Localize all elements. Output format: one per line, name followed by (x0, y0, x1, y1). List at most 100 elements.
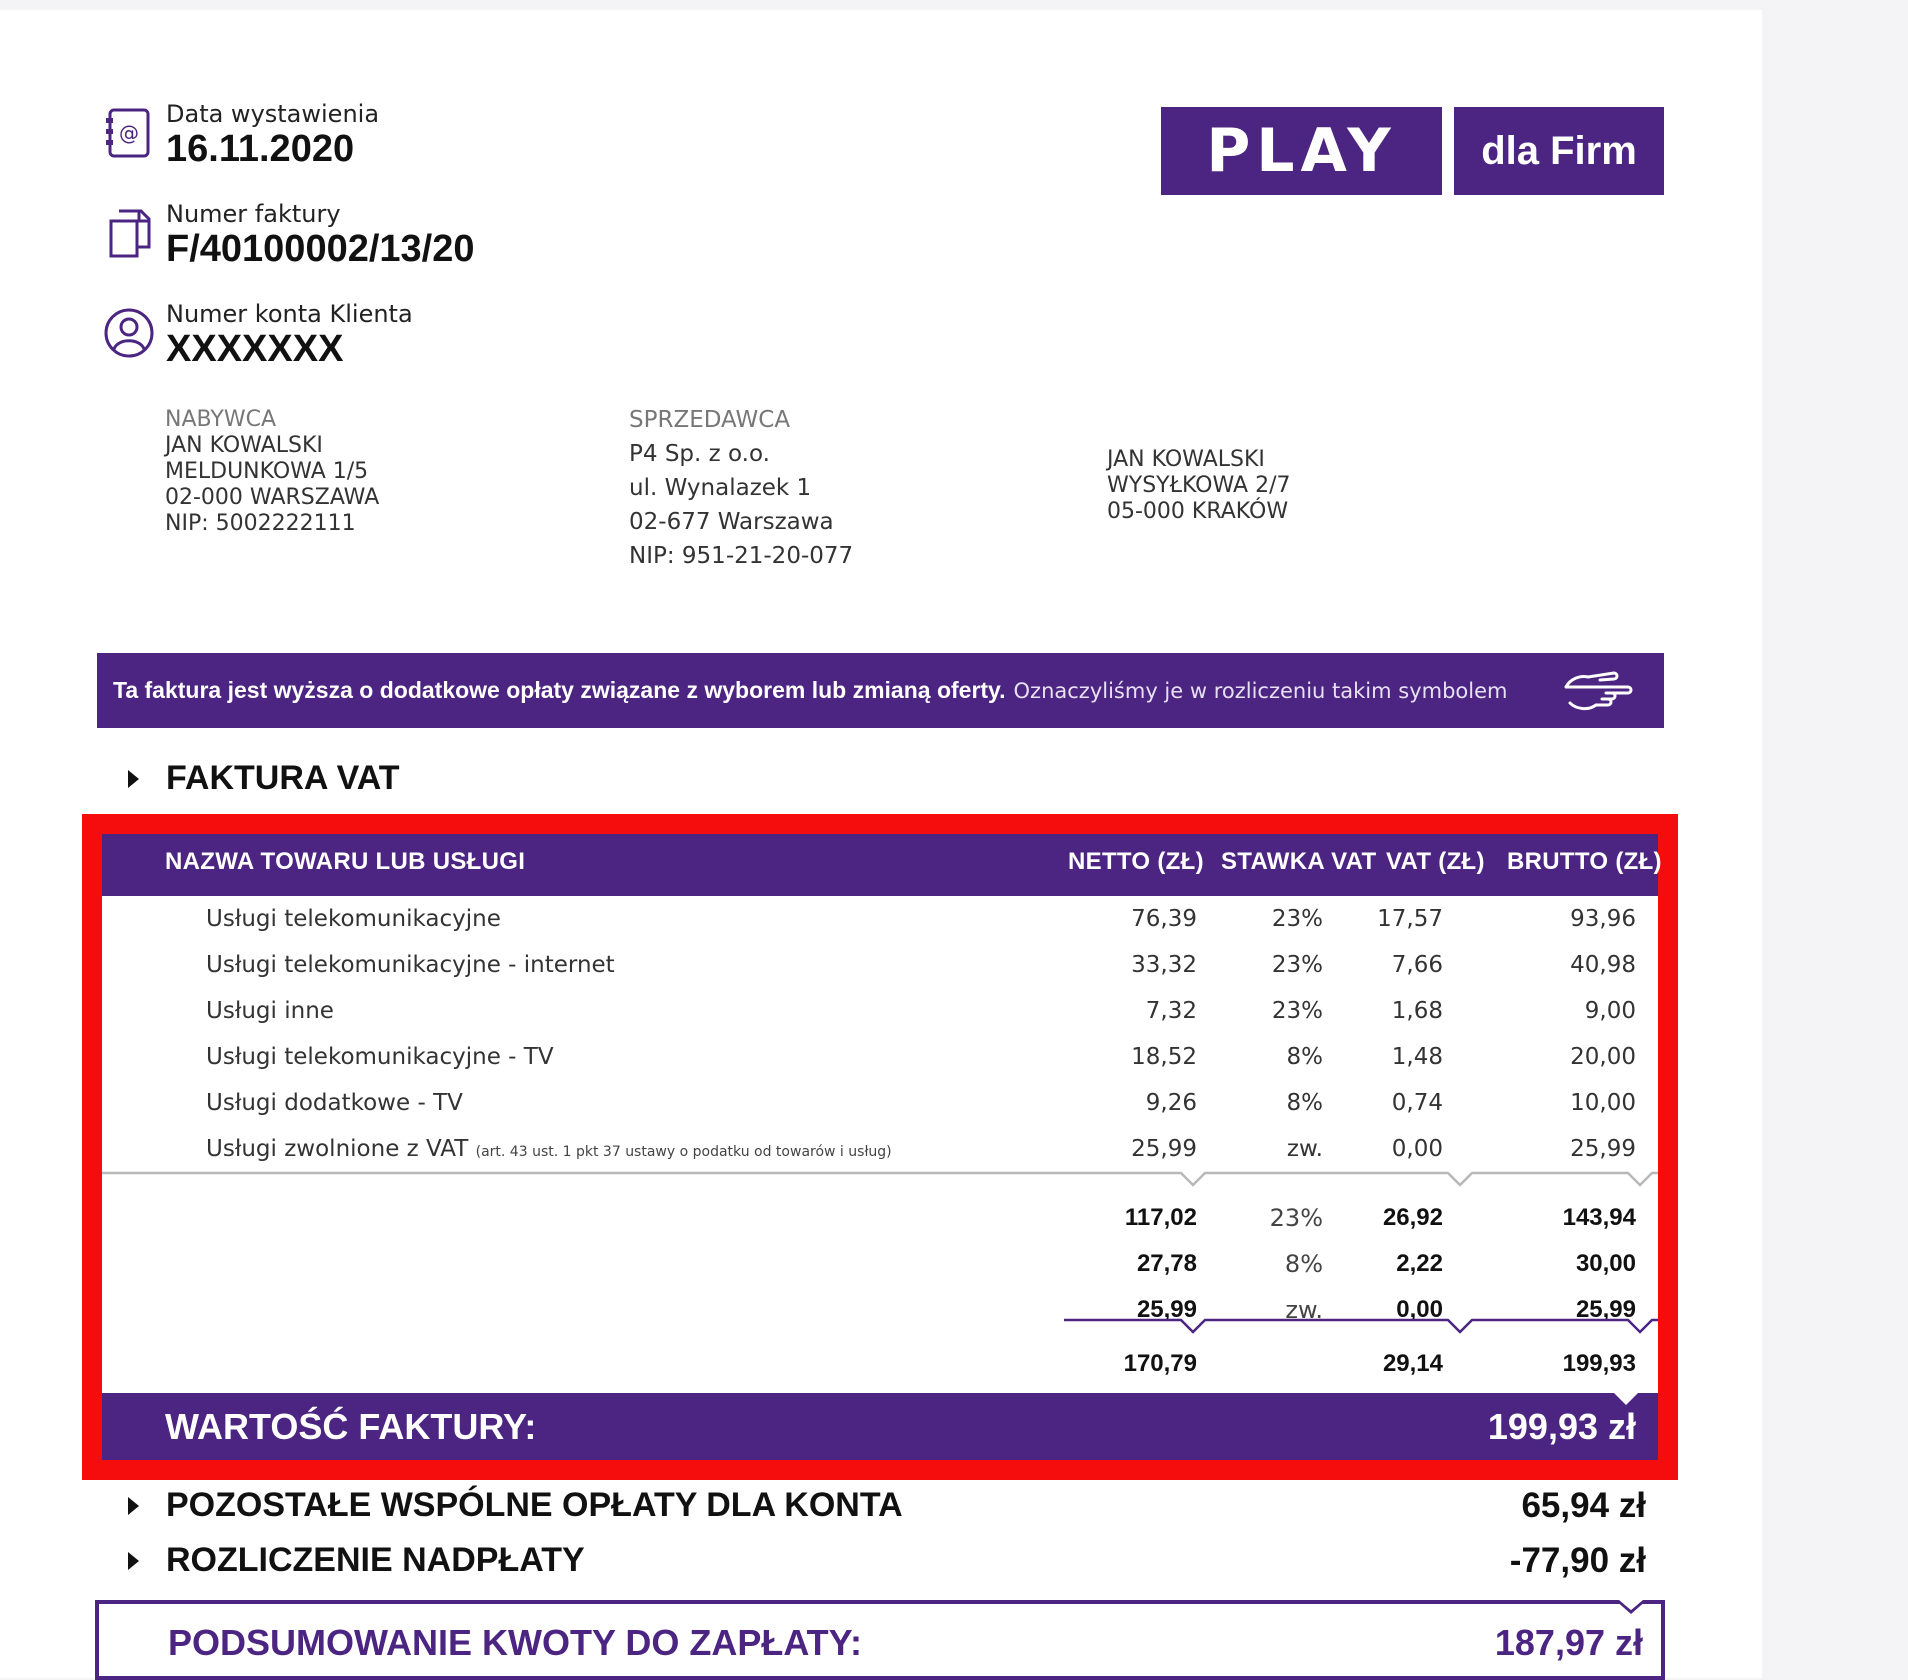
row-vat: 1,48 (1391, 1044, 1443, 1070)
seller-line: P4 Sp. z o.o. (629, 441, 770, 467)
row-brutto: 20,00 (1570, 1044, 1636, 1070)
row-brutto: 10,00 (1570, 1090, 1636, 1116)
expand-arrow-icon[interactable] (128, 1497, 139, 1515)
row-rate: 23% (1271, 998, 1323, 1024)
date-label: Data wystawienia (166, 100, 380, 128)
buyer-address: NABYWCA JAN KOWALSKI MELDUNKOWA 1/5 02-0… (165, 407, 379, 537)
shipping-address: JAN KOWALSKI WYSYŁKOWA 2/7 05-000 KRAKÓW (1107, 447, 1291, 525)
totals-row: 170,79 29,14 199,93 (102, 1342, 1658, 1388)
invoice-value-amount: 199,93 zł (1487, 1406, 1636, 1447)
header-rate: STAWKA VAT (1221, 848, 1377, 875)
row-netto: 33,32 (1131, 952, 1197, 978)
row-rate: 8% (1286, 1044, 1324, 1070)
row-name: Usługi telekomunikacyjne - TV (206, 1044, 554, 1070)
row-name-text: Usługi zwolnione z VAT (206, 1136, 469, 1162)
header-brutto: BRUTTO (ZŁ) (1507, 848, 1662, 875)
row-vat: 0,00 (1391, 1136, 1443, 1162)
subtotal-brutto: 143,94 (1562, 1204, 1636, 1231)
expand-arrow-icon[interactable] (128, 770, 139, 788)
row-vat: 0,74 (1391, 1090, 1443, 1116)
subtotal-row: 117,02 23% 26,92 143,94 (102, 1196, 1658, 1242)
totals-divider (1064, 1318, 1658, 1334)
row-name: Usługi zwolnione z VAT (art. 43 ust. 1 p… (206, 1136, 892, 1162)
row-rate: 23% (1271, 906, 1323, 932)
banner-light-text: Oznaczyliśmy je w rozliczeniu takim symb… (1013, 678, 1508, 703)
subtotal-brutto: 30,00 (1575, 1250, 1636, 1277)
seller-line: ul. Wynalazek 1 (629, 475, 812, 501)
buyer-line: JAN KOWALSKI (165, 433, 323, 458)
svg-text:@: @ (119, 121, 139, 145)
invoice-value-bar: WARTOŚĆ FAKTURY: 199,93 zł (102, 1391, 1658, 1460)
row-vat: 7,66 (1391, 952, 1443, 978)
header-netto: NETTO (ZŁ) (1068, 848, 1204, 875)
row-netto: 25,99 (1131, 1136, 1197, 1162)
invoice-value-label: WARTOŚĆ FAKTURY: (165, 1406, 537, 1447)
row-netto: 76,39 (1131, 906, 1197, 932)
row-brutto: 93,96 (1570, 906, 1636, 932)
dla-firm-logo: dla Firm (1454, 107, 1664, 195)
seller-line: 02-677 Warszawa (629, 509, 834, 535)
row-netto: 7,32 (1145, 998, 1197, 1024)
user-account-icon (104, 308, 154, 358)
table-row: Usługi inne 7,32 23% 1,68 9,00 (102, 990, 1658, 1036)
seller-address: SPRZEDAWCA P4 Sp. z o.o. ul. Wynalazek 1… (629, 403, 853, 573)
row-brutto: 9,00 (1584, 998, 1636, 1024)
row-note: (art. 43 ust. 1 pkt 37 ustawy o podatku … (475, 1144, 892, 1160)
header-name: NAZWA TOWARU LUB USŁUGI (165, 848, 526, 875)
subtotal-netto: 27,78 (1136, 1250, 1197, 1277)
box-notch-icon (1615, 1600, 1647, 1614)
account-label: Numer konta Klienta (166, 300, 413, 328)
vat-invoice-heading[interactable]: FAKTURA VAT (166, 759, 400, 798)
payment-summary-label: PODSUMOWANIE KWOTY DO ZAPŁATY: (168, 1622, 862, 1663)
document-icon (109, 209, 151, 258)
overpayment-amount: -77,90 zł (1509, 1541, 1646, 1580)
row-brutto: 40,98 (1570, 952, 1636, 978)
payment-summary-box: PODSUMOWANIE KWOTY DO ZAPŁATY: 187,97 zł (95, 1600, 1665, 1680)
offer-change-banner: Ta faktura jest wyższa o dodatkowe opłat… (97, 653, 1664, 728)
subtotal-vat: 26,92 (1382, 1204, 1443, 1231)
bar-notch-icon (1612, 1391, 1640, 1405)
row-name: Usługi dodatkowe - TV (206, 1090, 463, 1116)
row-rate: 8% (1286, 1090, 1324, 1116)
banner-bold-text: Ta faktura jest wyższa o dodatkowe opłat… (113, 677, 1006, 703)
buyer-heading: NABYWCA (165, 407, 276, 432)
shipping-line: 05-000 KRAKÓW (1107, 499, 1289, 524)
invoice-page: @ Data wystawienia 16.11.2020 Numer fakt… (0, 10, 1762, 1680)
pointing-hand-icon (1564, 671, 1633, 711)
row-netto: 9,26 (1145, 1090, 1197, 1116)
row-name: Usługi telekomunikacyjne (206, 906, 501, 932)
other-fees-heading[interactable]: POZOSTAŁE WSPÓLNE OPŁATY DLA KONTA (166, 1486, 903, 1525)
account-value: XXXXXXX (166, 328, 344, 370)
table-row: Usługi telekomunikacyjne - TV 18,52 8% 1… (102, 1036, 1658, 1082)
buyer-line: MELDUNKOWA 1/5 (165, 459, 369, 484)
row-rate: 23% (1271, 952, 1323, 978)
other-fees-amount: 65,94 zł (1521, 1486, 1646, 1525)
table-header: NAZWA TOWARU LUB USŁUGI NETTO (ZŁ) STAWK… (102, 834, 1662, 896)
row-vat: 17,57 (1377, 906, 1443, 932)
table-row: Usługi telekomunikacyjne 76,39 23% 17,57… (102, 898, 1658, 944)
header-vat: VAT (ZŁ) (1386, 848, 1485, 875)
total-brutto: 199,93 (1562, 1350, 1636, 1377)
table-row: Usługi telekomunikacyjne - internet 33,3… (102, 944, 1658, 990)
invoice-number-label: Numer faktury (166, 200, 341, 228)
subtotal-vat: 2,22 (1396, 1250, 1443, 1277)
total-vat: 29,14 (1382, 1350, 1443, 1377)
table-row: Usługi dodatkowe - TV 9,26 8% 0,74 10,00 (102, 1082, 1658, 1128)
email-book-icon: @ (106, 108, 150, 158)
row-netto: 18,52 (1131, 1044, 1197, 1070)
expand-arrow-icon[interactable] (128, 1552, 139, 1570)
shipping-line: JAN KOWALSKI (1107, 447, 1265, 472)
buyer-line: 02-000 WARSZAWA (165, 485, 380, 510)
payment-summary-value: 187,97 zł (1494, 1622, 1643, 1663)
subtotal-rate: 8% (1284, 1250, 1323, 1278)
overpayment-heading[interactable]: ROZLICZENIE NADPŁATY (166, 1541, 585, 1580)
buyer-line: NIP: 5002222111 (165, 511, 356, 536)
row-name: Usługi telekomunikacyjne - internet (206, 952, 615, 978)
items-divider (102, 1171, 1658, 1187)
seller-heading: SPRZEDAWCA (629, 407, 791, 433)
total-netto: 170,79 (1123, 1350, 1197, 1377)
play-logo: PLAY (1161, 107, 1442, 195)
row-rate: zw. (1286, 1136, 1323, 1162)
subtotal-rate: 23% (1269, 1204, 1323, 1232)
row-name: Usługi inne (206, 998, 334, 1024)
